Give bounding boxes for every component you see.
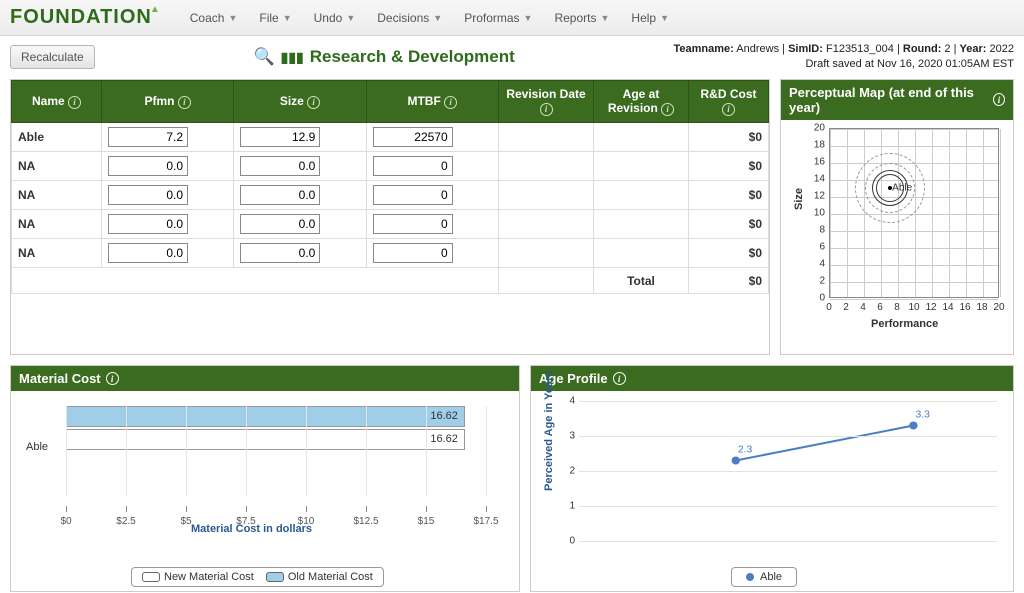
menu-proformas[interactable]: Proformas▼ (454, 5, 542, 31)
col-name: Name i (12, 80, 102, 122)
top-menubar: FOUNDATION▲ Coach▼ File▼ Undo▼ Decisions… (0, 0, 1024, 36)
age-at-revision (594, 210, 689, 239)
rd-cost: $0 (689, 152, 769, 181)
table-row: Able $0 (12, 123, 769, 152)
menu-undo[interactable]: Undo▼ (304, 5, 366, 31)
revision-date (499, 181, 594, 210)
info-icon[interactable]: i (307, 96, 320, 109)
col-cost: R&D Cost i (689, 80, 769, 122)
product-name: NA (12, 210, 102, 239)
perceptual-map-chart: Size Performance 00224466881010121214141… (781, 120, 1013, 352)
revision-date (499, 123, 594, 152)
product-name: NA (12, 152, 102, 181)
recalculate-button[interactable]: Recalculate (10, 45, 95, 69)
info-icon[interactable]: i (68, 96, 81, 109)
rd-cost: $0 (689, 181, 769, 210)
rd-cost: $0 (689, 123, 769, 152)
mtbf-input[interactable] (373, 185, 453, 205)
sub-toolbar: Recalculate 🔍▮▮▮ Research & Development … (0, 36, 1024, 79)
age-profile-legend: Able (731, 567, 797, 587)
table-row: NA $0 (12, 181, 769, 210)
pfmn-input[interactable] (108, 185, 188, 205)
age-at-revision (594, 123, 689, 152)
mtbf-input[interactable] (373, 127, 453, 147)
table-row: NA $0 (12, 239, 769, 268)
mtbf-input[interactable] (373, 214, 453, 234)
page-title: 🔍▮▮▮ Research & Development (105, 47, 664, 67)
info-icon[interactable]: i (661, 103, 674, 116)
info-icon[interactable]: i (613, 372, 626, 385)
main-menu: Coach▼ File▼ Undo▼ Decisions▼ Proformas▼… (180, 5, 679, 31)
age-profile-chart: Perceived Age in Years 2.33.3 Able 01234 (531, 391, 1013, 591)
product-name: NA (12, 239, 102, 268)
pfmn-input[interactable] (108, 214, 188, 234)
table-row: NA $0 (12, 210, 769, 239)
info-icon[interactable]: i (178, 96, 191, 109)
mtbf-input[interactable] (373, 156, 453, 176)
brand-logo: FOUNDATION▲ (10, 6, 163, 29)
col-mtbf: MTBF i (366, 80, 498, 122)
product-name: Able (12, 123, 102, 152)
col-age: Age at Revision i (594, 80, 689, 122)
mtbf-input[interactable] (373, 243, 453, 263)
rd-icon: 🔍 (253, 47, 274, 67)
info-icon[interactable]: i (540, 103, 553, 116)
menu-reports[interactable]: Reports▼ (544, 5, 619, 31)
material-cost-panel: Material Cost i Able 16.6216.62 $0$2.5$5… (10, 365, 520, 592)
col-pfmn: Pfmn i (102, 80, 234, 122)
age-at-revision (594, 239, 689, 268)
revision-date (499, 210, 594, 239)
pfmn-input[interactable] (108, 243, 188, 263)
table-row: NA $0 (12, 152, 769, 181)
sim-meta: Teamname: Andrews | SimID: F123513_004 |… (674, 42, 1014, 73)
menu-file[interactable]: File▼ (249, 5, 301, 31)
total-label: Total (594, 268, 689, 294)
col-size: Size i (234, 80, 366, 122)
size-input[interactable] (240, 214, 320, 234)
info-icon[interactable]: i (106, 372, 119, 385)
rd-cost: $0 (689, 210, 769, 239)
total-cost: $0 (689, 268, 769, 294)
revision-date (499, 152, 594, 181)
size-input[interactable] (240, 243, 320, 263)
svg-text:2.3: 2.3 (738, 445, 753, 456)
material-cost-chart: Able 16.6216.62 $0$2.5$5$7.5$10$12.5$15$… (11, 391, 519, 591)
size-input[interactable] (240, 127, 320, 147)
perceptual-map-panel: Perceptual Map (at end of this year) i S… (780, 79, 1014, 355)
product-name: NA (12, 181, 102, 210)
rd-table-panel: Name i Pfmn i Size i MTBF i Revision Dat… (10, 79, 770, 355)
pfmn-input[interactable] (108, 156, 188, 176)
info-icon[interactable]: i (722, 103, 735, 116)
menu-decisions[interactable]: Decisions▼ (367, 5, 452, 31)
menu-coach[interactable]: Coach▼ (180, 5, 248, 31)
age-profile-panel: Age Profile i Perceived Age in Years 2.3… (530, 365, 1014, 592)
info-icon[interactable]: i (444, 96, 457, 109)
menu-help[interactable]: Help▼ (621, 5, 679, 31)
pfmn-input[interactable] (108, 127, 188, 147)
col-revdate: Revision Date i (499, 80, 594, 122)
age-at-revision (594, 152, 689, 181)
info-icon[interactable]: i (993, 93, 1005, 106)
rd-cost: $0 (689, 239, 769, 268)
size-input[interactable] (240, 185, 320, 205)
revision-date (499, 239, 594, 268)
size-input[interactable] (240, 156, 320, 176)
bars-icon: ▮▮▮ (281, 49, 304, 66)
rd-table: Name i Pfmn i Size i MTBF i Revision Dat… (11, 80, 769, 294)
svg-text:3.3: 3.3 (915, 410, 930, 421)
age-at-revision (594, 181, 689, 210)
saved-status: Draft saved at Nov 16, 2020 01:05AM EST (674, 57, 1014, 72)
material-cost-legend: New Material Cost Old Material Cost (131, 567, 384, 587)
